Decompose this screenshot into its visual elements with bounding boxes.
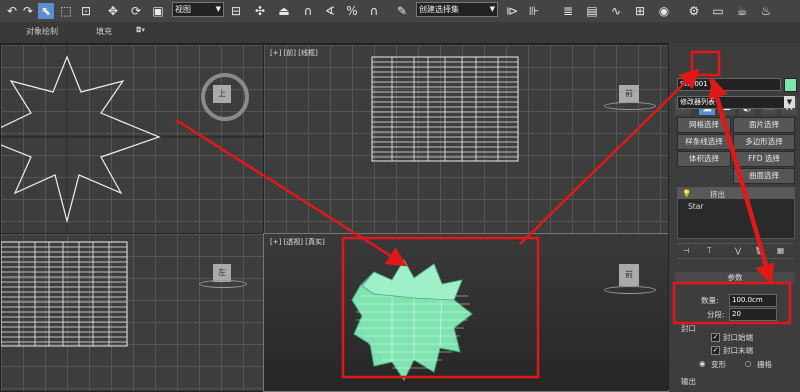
ffd-select-button[interactable]: FFD 选择 (733, 151, 795, 167)
reference-coord-value: 视图 (175, 5, 191, 14)
cap-start-label: 封口始端 (723, 333, 753, 342)
remove-modifier-icon[interactable]: 🗑 (755, 246, 765, 255)
graphite-ribbon-icon[interactable]: ▤ (584, 3, 600, 19)
mirror-icon[interactable]: ⧐ (504, 3, 520, 19)
spinner-snap-icon[interactable]: ∩ (366, 3, 382, 19)
cap-group-label: 封口 (681, 324, 696, 333)
cap-start-checkbox[interactable]: ✓ (711, 333, 720, 342)
patch-select-button[interactable]: 面片选择 (733, 117, 795, 133)
region-select-icon[interactable]: ⬚ (58, 3, 74, 19)
segments-label: 分段: (707, 310, 725, 319)
lightbulb-icon[interactable]: 💡 (682, 189, 691, 198)
viewcube-ring (604, 286, 656, 294)
angle-snap-icon[interactable]: ∢ (322, 3, 338, 19)
align-icon[interactable]: ⊪ (526, 3, 542, 19)
extruded-star-mesh (351, 259, 473, 381)
object-name-field[interactable]: Star001 (677, 78, 781, 91)
cap-end-checkbox[interactable]: ✓ (711, 346, 720, 355)
rotate-icon[interactable]: ⟳ (128, 3, 144, 19)
named-selection-value: 创建选择集 (419, 5, 459, 14)
percent-snap-icon[interactable]: % (344, 3, 360, 19)
amount-spinner[interactable]: 100.0cm (729, 294, 777, 307)
stack-item-extrude[interactable]: 💡 挤出 (678, 188, 794, 199)
surface-select-button[interactable]: 曲面选择 (733, 168, 795, 184)
viewcube-ring (604, 102, 656, 110)
window-crossing-icon[interactable]: ⊡ (78, 3, 94, 19)
curve-editor-icon[interactable]: ∿ (608, 3, 624, 19)
object-color-swatch[interactable] (784, 78, 797, 92)
extrusion-front-wireframe (371, 56, 519, 162)
render-production-icon[interactable]: ♨ (758, 3, 774, 19)
viewport-front[interactable]: [+] [前] [线框] 前 (263, 44, 669, 234)
select-icon[interactable]: ⬉ (38, 3, 54, 19)
viewport-left[interactable]: 左 (0, 233, 264, 392)
reference-coord-dropdown[interactable]: 视图 ▼ (172, 2, 224, 17)
schematic-view-icon[interactable]: ⊞ (632, 3, 648, 19)
morph-label: 变形 (711, 360, 726, 369)
stack-extrude-label: 挤出 (710, 190, 725, 199)
mesh-select-button[interactable]: 网格选择 (677, 117, 731, 133)
pivot-icon[interactable]: ⊟ (228, 3, 244, 19)
snaps-toggle-icon[interactable]: ∩ (300, 3, 316, 19)
viewport-perspective[interactable]: [+] [透视] [真实] 前 (263, 233, 669, 392)
segments-spinner[interactable]: 20 (729, 308, 777, 321)
amount-label: 数量: (701, 296, 719, 305)
select-manipulate-icon[interactable]: ✣ (252, 3, 268, 19)
scale-icon[interactable]: ▣ (150, 3, 166, 19)
pin-stack-icon[interactable]: ⊣ (683, 246, 690, 255)
viewcube-ring (199, 280, 247, 288)
grid-label: 栅格 (757, 360, 772, 369)
configure-sets-icon[interactable]: ▦ (777, 246, 784, 255)
command-panel: ✸ ◢ ♟ ◐ ▭ ⚒ Star001 修改器列表 ▼ 网格选择 面片选择 样条… (668, 43, 800, 390)
undo-icon[interactable]: ↶ (4, 3, 20, 19)
chevron-down-icon[interactable]: ▼ (784, 96, 795, 108)
named-selection-dropdown[interactable]: 创建选择集 ▼ (416, 2, 498, 17)
viewcube-top[interactable]: 上 (213, 85, 231, 103)
modifier-stack: 💡 挤出 Star (677, 187, 795, 239)
viewport-top[interactable]: 上 (0, 44, 264, 234)
modifier-list-dropdown[interactable]: 修改器列表 (677, 96, 785, 109)
ribbon-object-paint[interactable]: 对象绘制 (26, 26, 58, 37)
vol-select-button[interactable]: 体积选择 (677, 151, 731, 167)
morph-radio[interactable]: ◉ (699, 359, 706, 368)
output-group-label: 输出 (681, 377, 696, 386)
render-icon[interactable]: ☕ (734, 3, 750, 19)
keyboard-shortcut-icon[interactable]: ⏏ (276, 3, 292, 19)
parameters-rollout-header[interactable]: 参数 (675, 272, 795, 283)
viewcube-perspective[interactable]: 前 (619, 264, 639, 286)
viewcube-front[interactable]: 前 (619, 85, 639, 103)
main-toolbar: ↶ ↷ ⬉ ⬚ ⊡ ✥ ⟳ ▣ 视图 ▼ ⊟ ✣ ⏏ ∩ ∢ % ∩ ✎ 创建选择… (0, 0, 800, 23)
cap-end-label: 封口末端 (723, 346, 753, 355)
stack-toolbar: ⊣ ⟙ ⋁ 🗑 ▦ (677, 243, 793, 259)
parameters-header-label: 参数 (727, 273, 743, 282)
grid-radio[interactable]: ○ (745, 359, 752, 368)
move-icon[interactable]: ✥ (105, 3, 121, 19)
layer-manager-icon[interactable]: ≣ (560, 3, 576, 19)
render-setup-icon[interactable]: ⚙ (686, 3, 702, 19)
edit-named-selection-icon[interactable]: ✎ (394, 3, 410, 19)
redo-icon[interactable]: ↷ (20, 3, 36, 19)
extrusion-left-wireframe (1, 241, 128, 347)
rendered-frame-icon[interactable]: ▭ (710, 3, 726, 19)
ribbon-bar: 对象绘制 填充 ◘▾ (0, 22, 800, 44)
ribbon-populate[interactable]: 填充 (96, 26, 112, 37)
stack-item-star[interactable]: Star (688, 202, 703, 211)
show-end-result-icon[interactable]: ⟙ (707, 246, 711, 256)
material-editor-icon[interactable]: ◉ (656, 3, 672, 19)
modifier-list-label: 修改器列表 (680, 98, 715, 106)
make-unique-icon[interactable]: ⋁ (735, 246, 741, 255)
ribbon-options-icon[interactable]: ◘▾ (136, 26, 145, 34)
poly-select-button[interactable]: 多边形选择 (733, 134, 795, 150)
spline-select-button[interactable]: 样条线选择 (677, 134, 731, 150)
